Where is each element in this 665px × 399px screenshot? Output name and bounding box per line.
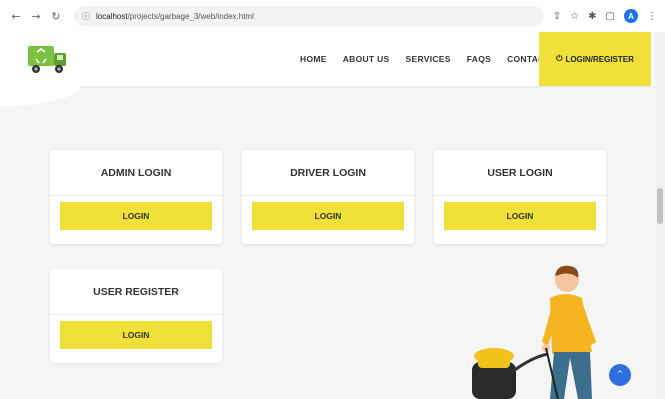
card-title: USER REGISTER	[50, 269, 222, 315]
menu-item-about-us[interactable]: ABOUT US	[343, 54, 390, 64]
header-curve	[0, 86, 80, 106]
card-title: ADMIN LOGIN	[50, 150, 222, 196]
admin-login-button[interactable]: LOGIN	[60, 202, 212, 230]
side-panel-icon[interactable]: ▢	[606, 11, 615, 22]
user-login-button[interactable]: LOGIN	[444, 202, 596, 230]
browser-chrome: ← → ↻ ⓘ localhost/projects/garbage_3/web…	[0, 0, 665, 32]
card-admin-login: ADMIN LOGIN LOGIN	[50, 150, 222, 244]
menu-item-services[interactable]: SERVICES	[406, 54, 451, 64]
forward-arrow-icon[interactable]: →	[28, 8, 44, 24]
garbage-truck-icon[interactable]	[26, 42, 68, 76]
card-user-register: USER REGISTER LOGIN	[50, 269, 222, 363]
menu-item-home[interactable]: HOME	[300, 54, 327, 64]
site-header: HOME ABOUT US SERVICES FAQS CONTACT ⏻ LO…	[0, 32, 665, 86]
card-title: USER LOGIN	[434, 150, 606, 196]
bookmark-star-icon[interactable]: ☆	[570, 11, 579, 22]
user-register-button[interactable]: LOGIN	[60, 321, 212, 349]
more-menu-icon[interactable]: ⋮	[647, 11, 657, 22]
chevron-up-icon: ⌃	[616, 370, 624, 380]
extensions-puzzle-icon[interactable]: ✱	[588, 11, 596, 22]
main-menu: HOME ABOUT US SERVICES FAQS CONTACT	[300, 32, 566, 86]
address-bar[interactable]: ⓘ localhost/projects/garbage_3/web/index…	[74, 6, 544, 26]
url-host: localhost	[96, 11, 128, 21]
share-icon[interactable]: ⇪	[553, 11, 561, 22]
profile-avatar[interactable]: A	[624, 9, 638, 23]
login-register-button[interactable]: ⏻ LOGIN/REGISTER	[539, 32, 651, 86]
reload-icon[interactable]: ↻	[48, 8, 64, 24]
back-to-top-button[interactable]: ⌃	[609, 364, 631, 386]
back-arrow-icon[interactable]: ←	[8, 8, 24, 24]
person-with-vacuum-illustration	[472, 265, 596, 399]
power-icon: ⏻	[556, 54, 563, 63]
card-user-login: USER LOGIN LOGIN	[434, 150, 606, 244]
scrollbar-thumb[interactable]	[657, 188, 663, 224]
url-path: /projects/garbage_3/web/index.html	[127, 11, 254, 21]
driver-login-button[interactable]: LOGIN	[252, 202, 404, 230]
card-title: DRIVER LOGIN	[242, 150, 414, 196]
card-driver-login: DRIVER LOGIN LOGIN	[242, 150, 414, 244]
menu-item-faqs[interactable]: FAQS	[467, 54, 491, 64]
page-scrollbar[interactable]	[655, 32, 665, 399]
login-register-label: LOGIN/REGISTER	[565, 54, 634, 64]
site-info-icon[interactable]: ⓘ	[82, 11, 90, 22]
